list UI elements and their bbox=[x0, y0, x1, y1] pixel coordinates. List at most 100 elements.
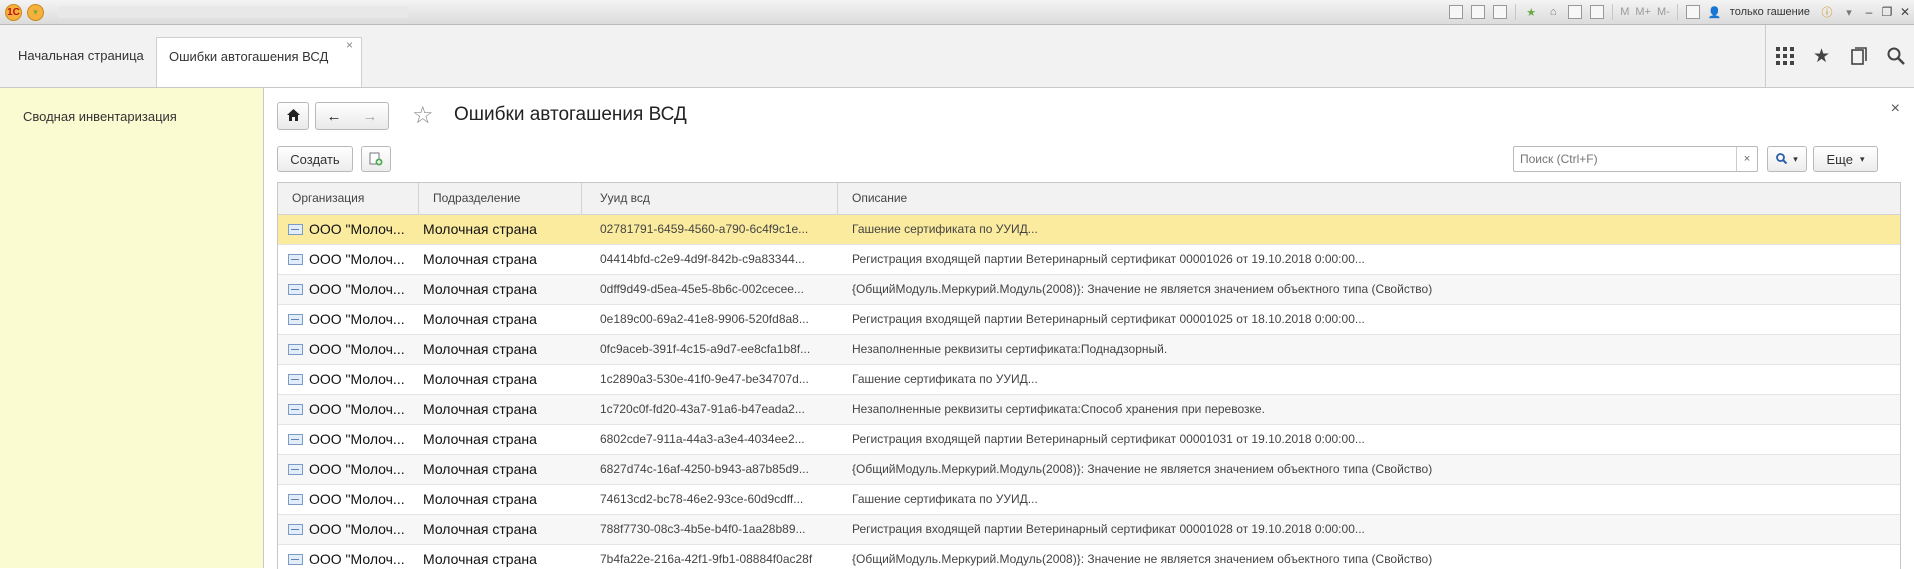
tab-home[interactable]: Начальная страница bbox=[0, 37, 162, 87]
close-form-icon[interactable]: × bbox=[1891, 100, 1900, 118]
home-button[interactable] bbox=[277, 102, 309, 130]
cell-organization: ООО "Молоч... bbox=[288, 545, 418, 569]
cell-description: {ОбщийМодуль.Меркурий.Модуль(2008)}: Зна… bbox=[852, 552, 1433, 566]
organization-text: ООО "Молоч... bbox=[309, 431, 405, 447]
organization-text: ООО "Молоч... bbox=[309, 461, 405, 477]
restore-icon[interactable]: ❐ bbox=[1878, 5, 1896, 19]
main-menu-icon[interactable]: ▾ bbox=[27, 4, 44, 21]
forward-arrow-icon[interactable]: → bbox=[363, 108, 378, 125]
info-icon[interactable]: ⓘ bbox=[1818, 3, 1836, 21]
create-copy-button[interactable] bbox=[361, 146, 391, 172]
organization-text: ООО "Молоч... bbox=[309, 521, 405, 537]
cell-division: Молочная страна bbox=[423, 431, 537, 447]
organization-text: ООО "Молоч... bbox=[309, 491, 405, 507]
home-icon[interactable]: ⌂ bbox=[1544, 3, 1562, 21]
organization-text: ООО "Молоч... bbox=[309, 311, 405, 327]
record-icon bbox=[288, 254, 303, 265]
close-icon[interactable]: ✕ bbox=[1896, 5, 1914, 19]
cell-description: Регистрация входящей партии Ветеринарный… bbox=[852, 432, 1365, 446]
organization-text: ООО "Молоч... bbox=[309, 341, 405, 357]
table-row[interactable]: ООО "Молоч... Молочная страна 788f7730-08c… bbox=[278, 515, 1900, 545]
record-icon bbox=[288, 524, 303, 535]
table-row[interactable]: ООО "Молоч... Молочная страна 02781791-645… bbox=[278, 215, 1900, 245]
more-button[interactable]: Еще ▾ bbox=[1813, 146, 1878, 172]
calendar-icon[interactable] bbox=[1566, 3, 1584, 21]
cell-uuid: 788f7730-08c3-4b5e-b4f0-1aa28b89... bbox=[600, 522, 806, 536]
window-title bbox=[58, 6, 408, 18]
chevron-down-icon: ▾ bbox=[1859, 153, 1865, 164]
search-clear-button[interactable]: × bbox=[1736, 147, 1757, 171]
apps-grid-icon[interactable] bbox=[1766, 25, 1803, 87]
table-row[interactable]: ООО "Молоч... Молочная страна 6802cde7-911… bbox=[278, 425, 1900, 455]
cell-division: Молочная страна bbox=[423, 281, 537, 297]
cell-division: Молочная страна bbox=[423, 491, 537, 507]
cell-organization: ООО "Молоч... bbox=[288, 245, 418, 274]
memory-subtract-button[interactable]: M- bbox=[1657, 6, 1670, 18]
table-row[interactable]: ООО "Молоч... Молочная страна 0fc9aceb-391… bbox=[278, 335, 1900, 365]
column-header-uuid[interactable]: Ууид всд bbox=[582, 183, 838, 214]
table-row[interactable]: ООО "Молоч... Молочная страна 74613cd2-bc7… bbox=[278, 485, 1900, 515]
app-logo-icon[interactable]: 1C bbox=[5, 4, 22, 21]
table-row[interactable]: ООО "Молоч... Молочная страна 7b4fa22e-216… bbox=[278, 545, 1900, 569]
back-arrow-icon[interactable]: ← bbox=[327, 108, 342, 125]
main-content: ← → ☆ Ошибки автогашения ВСД × Создать ×… bbox=[264, 88, 1914, 569]
tab-autoclose-errors[interactable]: Ошибки автогашения ВСД × bbox=[156, 37, 362, 87]
search-field[interactable]: × bbox=[1513, 146, 1758, 172]
organization-text: ООО "Молоч... bbox=[309, 221, 405, 237]
history-icon[interactable] bbox=[1840, 25, 1877, 87]
cell-division: Молочная страна bbox=[423, 341, 537, 357]
record-icon bbox=[288, 494, 303, 505]
search-icon[interactable] bbox=[1877, 25, 1914, 87]
cell-description: Незаполненные реквизиты сертификата:Подн… bbox=[852, 342, 1168, 356]
column-header-description[interactable]: Описание bbox=[838, 183, 1900, 214]
column-header-organization[interactable]: Организация bbox=[278, 183, 419, 214]
record-icon bbox=[288, 374, 303, 385]
cell-description: Регистрация входящей партии Ветеринарный… bbox=[852, 252, 1365, 266]
search-input[interactable] bbox=[1518, 151, 1737, 167]
table-row[interactable]: ООО "Молоч... Молочная страна 6827d74c-16a… bbox=[278, 455, 1900, 485]
tab-close-icon[interactable]: × bbox=[346, 26, 353, 64]
current-user[interactable]: только гашение bbox=[1730, 6, 1810, 18]
minimize-icon[interactable]: – bbox=[1860, 5, 1878, 19]
preview-icon[interactable] bbox=[1491, 3, 1509, 21]
column-header-division[interactable]: Подразделение bbox=[419, 183, 582, 214]
cell-uuid: 74613cd2-bc78-46e2-93ce-60d9cdff... bbox=[600, 492, 804, 506]
calculator-icon[interactable] bbox=[1588, 3, 1606, 21]
table-row[interactable]: ООО "Молоч... Молочная страна 04414bfd-c2e… bbox=[278, 245, 1900, 275]
cell-organization: ООО "Молоч... bbox=[288, 215, 418, 244]
organization-text: ООО "Молоч... bbox=[309, 281, 405, 297]
table-row[interactable]: ООО "Молоч... Молочная страна 0e189c00-69a… bbox=[278, 305, 1900, 335]
sidebar-item-inventory[interactable]: Сводная инвентаризация bbox=[23, 109, 177, 124]
memory-add-button[interactable]: M+ bbox=[1635, 6, 1651, 18]
chevron-down-icon[interactable]: ▾ bbox=[1840, 3, 1858, 21]
cell-organization: ООО "Молоч... bbox=[288, 365, 418, 394]
table-row[interactable]: ООО "Молоч... Молочная страна 1c2890a3-530… bbox=[278, 365, 1900, 395]
record-icon bbox=[288, 284, 303, 295]
cell-uuid: 6827d74c-16af-4250-b943-a87b85d9... bbox=[600, 462, 809, 476]
cell-organization: ООО "Молоч... bbox=[288, 335, 418, 364]
cell-uuid: 7b4fa22e-216a-42f1-9fb1-08884f0ac28f bbox=[600, 552, 813, 566]
global-actions: ★ bbox=[1765, 25, 1914, 87]
cell-uuid: 04414bfd-c2e9-4d9f-842b-c9a83344... bbox=[600, 252, 805, 266]
table-row[interactable]: ООО "Молоч... Молочная страна 1c720c0f-fd2… bbox=[278, 395, 1900, 425]
cell-description: {ОбщийМодуль.Меркурий.Модуль(2008)}: Зна… bbox=[852, 282, 1433, 296]
save-icon[interactable] bbox=[1447, 3, 1465, 21]
divider bbox=[1612, 4, 1614, 20]
print-icon[interactable] bbox=[1469, 3, 1487, 21]
more-label: Еще bbox=[1826, 151, 1853, 167]
add-to-favorites-star-icon[interactable]: ☆ bbox=[412, 101, 434, 130]
favorite-icon[interactable]: ★ bbox=[1522, 3, 1540, 21]
cell-description: Регистрация входящей партии Ветеринарный… bbox=[852, 312, 1365, 326]
cell-division: Молочная страна bbox=[423, 401, 537, 417]
table-row[interactable]: ООО "Молоч... Молочная страна 0dff9d49-d5e… bbox=[278, 275, 1900, 305]
panels-icon[interactable] bbox=[1684, 3, 1702, 21]
favorites-star-icon[interactable]: ★ bbox=[1803, 25, 1840, 87]
search-options-button[interactable]: ▾ bbox=[1767, 146, 1807, 172]
cell-description: Гашение сертификата по УУИД... bbox=[852, 372, 1038, 386]
cell-uuid: 1c720c0f-fd20-43a7-91a6-b47eada2... bbox=[600, 402, 805, 416]
create-button[interactable]: Создать bbox=[277, 146, 353, 172]
divider bbox=[1515, 4, 1517, 20]
cell-organization: ООО "Молоч... bbox=[288, 455, 418, 484]
cell-uuid: 1c2890a3-530e-41f0-9e47-be34707d... bbox=[600, 372, 809, 386]
memory-button[interactable]: M bbox=[1620, 6, 1629, 18]
